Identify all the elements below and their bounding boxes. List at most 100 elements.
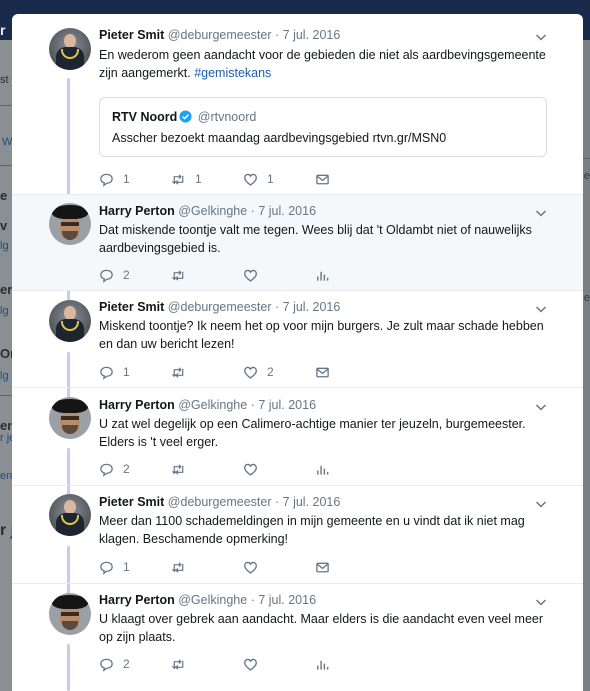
- reply-icon: [100, 366, 113, 380]
- tweet-header: Harry Perton @Gelkinghe · 7 jul. 2016: [99, 593, 316, 607]
- background-fragment: r: [0, 22, 6, 38]
- author-name[interactable]: Harry Perton: [99, 204, 175, 218]
- mail-icon: [316, 174, 329, 184]
- reply-button[interactable]: 1: [99, 558, 130, 576]
- mail-icon: [316, 562, 329, 572]
- reply-count: 1: [123, 172, 130, 186]
- hashtag-link[interactable]: #gemistekans: [194, 66, 271, 80]
- retweet-button[interactable]: [171, 558, 195, 576]
- chevron-down-icon[interactable]: [535, 207, 547, 219]
- tweet[interactable]: Pieter Smit @deburgemeester · 7 jul. 201…: [12, 291, 583, 387]
- tweet-header: Harry Perton @Gelkinghe · 7 jul. 2016: [99, 398, 316, 412]
- direct-message-button[interactable]: [315, 170, 330, 188]
- tweet-header: Harry Perton @Gelkinghe · 7 jul. 2016: [99, 204, 316, 218]
- reply-icon: [100, 658, 113, 672]
- reply-icon: [100, 173, 113, 187]
- retweet-button[interactable]: 1: [171, 170, 202, 188]
- tweet-date[interactable]: 7 jul. 2016: [283, 300, 341, 314]
- reply-button[interactable]: 2: [99, 460, 130, 478]
- quoted-author-handle: @rtvnoord: [197, 110, 257, 124]
- author-name[interactable]: Pieter Smit: [99, 28, 164, 42]
- background-fragment: e: [583, 292, 590, 304]
- retweet-button[interactable]: [171, 655, 195, 673]
- like-button[interactable]: [243, 558, 267, 576]
- tweet-text: U zat wel degelijk op een Calimero-achti…: [99, 417, 526, 449]
- author-handle[interactable]: @deburgemeester: [168, 495, 272, 509]
- reply-icon: [100, 269, 113, 283]
- quoted-tweet-text: Asscher bezoekt maandag aardbevingsgebie…: [112, 131, 447, 145]
- chevron-down-icon[interactable]: [535, 401, 547, 413]
- direct-message-button[interactable]: [315, 363, 330, 381]
- background-divider: [0, 165, 12, 166]
- author-name[interactable]: Pieter Smit: [99, 495, 164, 509]
- like-button[interactable]: [243, 655, 267, 673]
- like-button[interactable]: 1: [243, 170, 274, 188]
- chevron-down-icon[interactable]: [535, 596, 547, 608]
- like-button[interactable]: 2: [243, 363, 274, 381]
- author-handle[interactable]: @deburgemeester: [168, 28, 272, 42]
- quoted-author-name: RTV Noord: [112, 110, 178, 124]
- analytics-button[interactable]: [315, 266, 330, 284]
- reply-button[interactable]: 2: [99, 266, 130, 284]
- like-count: 2: [267, 365, 274, 379]
- tweet-text: Meer dan 1100 schademeldingen in mijn ge…: [99, 514, 525, 546]
- conversation-modal: Pieter Smit @deburgemeester · 7 jul. 201…: [12, 14, 583, 691]
- author-handle[interactable]: @Gelkinghe: [178, 593, 247, 607]
- tweet[interactable]: Harry Perton @Gelkinghe · 7 jul. 2016 U …: [12, 584, 583, 691]
- tweet[interactable]: Harry Perton @Gelkinghe · 7 jul. 2016 U …: [12, 388, 583, 485]
- retweet-icon: [171, 658, 184, 670]
- quoted-tweet[interactable]: RTV Noord @rtvnoord Asscher bezoekt maan…: [99, 97, 547, 157]
- reply-count: 2: [123, 268, 130, 282]
- like-button[interactable]: [243, 266, 267, 284]
- tweet-date[interactable]: 7 jul. 2016: [258, 398, 316, 412]
- reply-button[interactable]: 1: [99, 170, 130, 188]
- chevron-down-icon[interactable]: [535, 31, 547, 43]
- analytics-button[interactable]: [315, 460, 330, 478]
- avatar[interactable]: [49, 593, 91, 635]
- retweet-button[interactable]: [171, 460, 195, 478]
- author-handle[interactable]: @Gelkinghe: [178, 398, 247, 412]
- heart-icon: [244, 173, 257, 186]
- tweet-actions: 1 1 1: [99, 170, 359, 188]
- author-handle[interactable]: @Gelkinghe: [178, 204, 247, 218]
- reply-icon: [100, 561, 113, 575]
- author-name[interactable]: Harry Perton: [99, 398, 175, 412]
- reply-button[interactable]: 1: [99, 363, 130, 381]
- avatar[interactable]: [49, 28, 91, 70]
- analytics-button[interactable]: [315, 655, 330, 673]
- analytics-icon: [317, 271, 329, 281]
- avatar[interactable]: [49, 494, 91, 536]
- retweet-button[interactable]: [171, 266, 195, 284]
- reply-count: 1: [123, 560, 130, 574]
- analytics-icon: [317, 660, 329, 670]
- tweet[interactable]: Pieter Smit @deburgemeester · 7 jul. 201…: [12, 486, 583, 583]
- avatar[interactable]: [49, 397, 91, 439]
- tweet-actions: 2: [99, 655, 359, 673]
- tweet-date[interactable]: 7 jul. 2016: [283, 495, 341, 509]
- avatar[interactable]: [49, 203, 91, 245]
- tweet-date[interactable]: 7 jul. 2016: [283, 28, 341, 42]
- reply-button[interactable]: 2: [99, 655, 130, 673]
- background-fragment: lg: [0, 240, 9, 252]
- tweet[interactable]: Harry Perton @Gelkinghe · 7 jul. 2016 Da…: [12, 195, 583, 290]
- like-button[interactable]: [243, 460, 267, 478]
- chevron-down-icon[interactable]: [535, 303, 547, 315]
- direct-message-button[interactable]: [315, 558, 330, 576]
- heart-icon: [244, 463, 257, 476]
- author-name[interactable]: Pieter Smit: [99, 300, 164, 314]
- tweet-date[interactable]: 7 jul. 2016: [258, 593, 316, 607]
- analytics-icon: [317, 465, 329, 475]
- verified-icon: [179, 110, 192, 123]
- tweet-actions: 1 2: [99, 363, 359, 381]
- author-name[interactable]: Harry Perton: [99, 593, 175, 607]
- tweet-date[interactable]: 7 jul. 2016: [258, 204, 316, 218]
- avatar[interactable]: [49, 300, 91, 342]
- reply-count: 2: [123, 462, 130, 476]
- tweet[interactable]: Pieter Smit @deburgemeester · 7 jul. 201…: [12, 14, 583, 194]
- separator: ·: [275, 495, 280, 509]
- author-handle[interactable]: @deburgemeester: [168, 300, 272, 314]
- chevron-down-icon[interactable]: [535, 498, 547, 510]
- tweet-actions: 2: [99, 266, 359, 284]
- background-fragment: e: [0, 188, 8, 203]
- retweet-button[interactable]: [171, 363, 195, 381]
